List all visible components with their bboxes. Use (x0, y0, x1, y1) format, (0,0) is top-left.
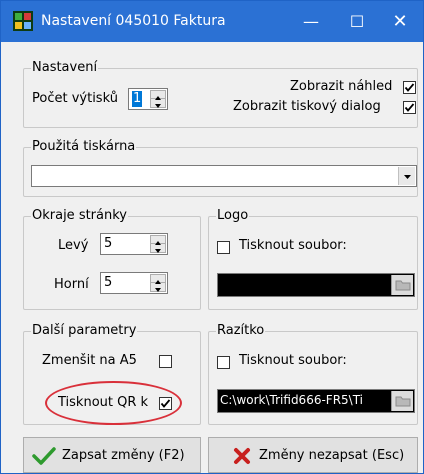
printer-select[interactable] (31, 165, 417, 187)
spinner-arrows[interactable] (150, 235, 166, 253)
folder-icon (395, 396, 411, 407)
logo-tisknout-label: Tisknout soubor: (239, 238, 347, 253)
arrow-down-icon (155, 288, 161, 292)
razitko-path-field[interactable]: C:\work\Trifid666-FR5\Ti (217, 389, 415, 413)
spinner-arrows[interactable] (150, 90, 166, 108)
razitko-path-value: C:\work\Trifid666-FR5\Ti (220, 393, 364, 407)
okraje-group: Okraje stránky (23, 208, 201, 310)
horni-spinner[interactable]: 5 (100, 272, 168, 294)
okraje-legend: Okraje stránky (31, 208, 128, 224)
logo-browse-button[interactable] (391, 275, 413, 295)
close-button[interactable]: ✕ (377, 1, 423, 42)
maximize-button[interactable]: ☐ (334, 1, 380, 42)
pocet-vytisku-value: 1 (132, 91, 143, 107)
checkmark-icon (404, 103, 415, 112)
zobrazit-dialog-checkbox[interactable] (403, 101, 416, 114)
title-bar[interactable]: Nastavení 045010 Faktura — ☐ ✕ (1, 1, 423, 42)
tiskarna-legend: Použitá tiskárna (31, 139, 137, 155)
spinner-arrows[interactable] (150, 274, 166, 292)
pocet-vytisku-label: Počet výtisků (32, 91, 118, 106)
razitko-tisknout-checkbox[interactable] (217, 356, 230, 369)
levy-value: 5 (104, 236, 113, 251)
logo-tisknout-checkbox[interactable] (217, 241, 230, 254)
zobrazit-nahled-label: Zobrazit náhled (290, 79, 393, 94)
app-grid-icon (13, 11, 33, 31)
logo-legend: Logo (216, 208, 250, 224)
arrow-down-icon (155, 104, 161, 108)
checkmark-icon (32, 447, 56, 465)
cancel-button-label: Změny nezapsat (Esc) (259, 448, 405, 463)
cancel-button[interactable]: Změny nezapsat (Esc) (208, 437, 418, 473)
chevron-down-icon (404, 175, 411, 179)
window-title: Nastavení 045010 Faktura (41, 13, 226, 29)
zobrazit-nahled-checkbox[interactable] (403, 81, 416, 94)
folder-icon (395, 280, 411, 291)
horni-label: Horní (54, 277, 89, 292)
horni-value: 5 (104, 275, 113, 290)
save-button[interactable]: Zapsat změny (F2) (23, 437, 201, 473)
razitko-browse-button[interactable] (391, 391, 413, 411)
logo-path-field[interactable] (217, 273, 415, 297)
levy-label: Levý (58, 238, 89, 253)
arrow-down-icon (155, 249, 161, 253)
dialog-window: Nastavení 045010 Faktura — ☐ ✕ Nastavení… (0, 0, 424, 474)
levy-spinner[interactable]: 5 (100, 233, 168, 255)
zobrazit-dialog-label: Zobrazit tiskový dialog (233, 99, 381, 114)
highlight-ellipse (45, 381, 182, 425)
close-icon (234, 448, 250, 464)
dalsi-legend: Další parametry (31, 323, 138, 339)
razitko-tisknout-label: Tisknout soubor: (239, 353, 347, 368)
razitko-legend: Razítko (216, 323, 266, 339)
printer-dropdown-button[interactable] (398, 167, 415, 185)
save-button-label: Zapsat změny (F2) (62, 448, 185, 463)
pocet-vytisku-spinner[interactable]: 1 (128, 88, 168, 110)
checkmark-icon (404, 83, 415, 92)
zmensit-a5-label: Zmenšit na A5 (42, 353, 137, 368)
zmensit-a5-checkbox[interactable] (159, 355, 172, 368)
nastaveni-legend: Nastavení (31, 60, 99, 76)
minimize-button[interactable]: — (288, 1, 334, 42)
